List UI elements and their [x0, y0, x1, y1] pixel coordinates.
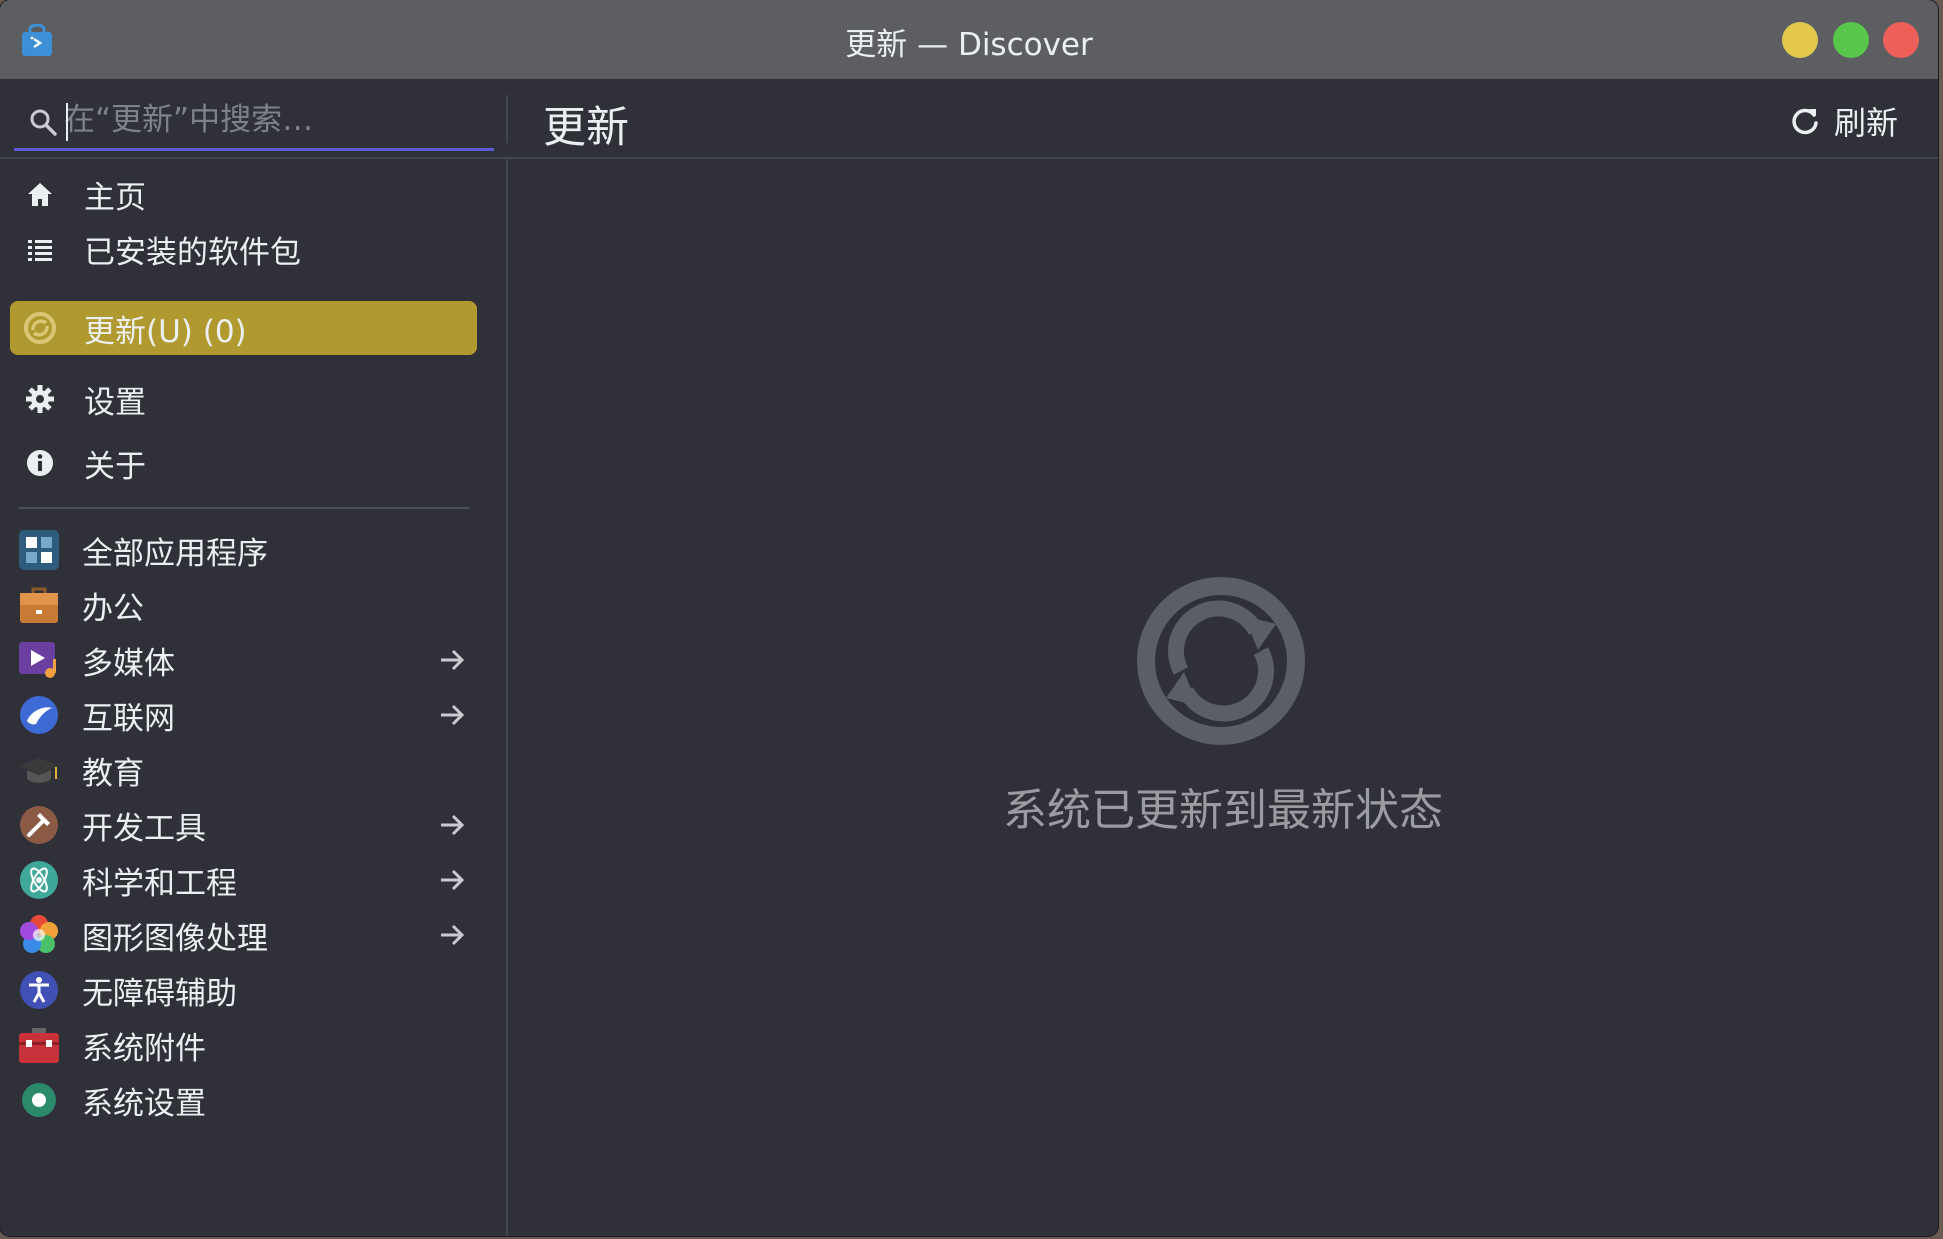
arrow-right-icon [441, 814, 465, 836]
discover-window: 更新 — Discover 更新 刷新 [0, 0, 1938, 1236]
close-button[interactable] [1883, 22, 1919, 58]
header-separator [506, 95, 508, 143]
sidebar-item-label: 已安装的软件包 [84, 234, 301, 271]
sidebar-item-label: 开发工具 [82, 810, 206, 847]
sidebar-item-about[interactable]: 关于 [10, 436, 477, 490]
sidebar-item-all-apps[interactable]: 全部应用程序 [10, 523, 477, 577]
sidebar-item-education[interactable]: 教育 [10, 743, 477, 797]
utilities-icon [18, 1024, 60, 1066]
system-settings-icon [18, 1079, 60, 1121]
refresh-label: 刷新 [1833, 104, 1898, 142]
sidebar-item-label: 多媒体 [82, 645, 175, 682]
title-bar: 更新 — Discover [0, 0, 1938, 79]
search-input[interactable] [64, 99, 484, 141]
education-icon [18, 749, 60, 791]
sidebar-item-installed[interactable]: 已安装的软件包 [10, 222, 477, 276]
sidebar-divider [18, 507, 470, 509]
sidebar-item-label: 关于 [84, 448, 146, 485]
sidebar-item-label: 主页 [84, 179, 146, 216]
update-status-icon [1137, 577, 1305, 745]
home-icon [22, 176, 58, 212]
window-title: 更新 — Discover [845, 27, 1093, 63]
search-focus-underline [14, 148, 494, 151]
refresh-button[interactable]: 刷新 [1790, 99, 1898, 143]
arrow-right-icon [441, 869, 465, 891]
sidebar: 主页 已安装的软件包 更新(U) (0) 设置 关于 全部应用程序 办公 多媒体… [0, 159, 508, 1236]
update-icon [22, 310, 58, 346]
office-icon [18, 584, 60, 626]
list-icon [22, 231, 58, 267]
arrow-right-icon [441, 704, 465, 726]
maximize-button[interactable] [1833, 22, 1869, 58]
sidebar-item-label: 更新(U) (0) [84, 313, 247, 350]
arrow-right-icon [441, 649, 465, 671]
sidebar-item-multimedia[interactable]: 多媒体 [10, 633, 477, 687]
text-caret [66, 103, 68, 141]
sidebar-item-label: 系统附件 [82, 1030, 206, 1067]
sidebar-item-label: 系统设置 [82, 1085, 206, 1122]
info-icon [22, 445, 58, 481]
sidebar-item-label: 设置 [84, 384, 146, 421]
development-icon [18, 804, 60, 846]
sidebar-item-home[interactable]: 主页 [10, 167, 477, 221]
search-icon [30, 109, 57, 136]
sidebar-item-label: 办公 [82, 590, 144, 627]
accessibility-icon [18, 969, 60, 1011]
sidebar-item-settings[interactable]: 设置 [10, 372, 477, 426]
page-title: 更新 [543, 103, 629, 153]
refresh-icon [1792, 108, 1818, 135]
sidebar-item-label: 全部应用程序 [82, 535, 268, 572]
internet-icon [18, 694, 60, 736]
all-apps-icon [18, 529, 60, 571]
sidebar-item-label: 无障碍辅助 [82, 975, 237, 1012]
sidebar-item-development[interactable]: 开发工具 [10, 798, 477, 852]
status-message: 系统已更新到最新状态 [1003, 785, 1443, 836]
sidebar-item-label: 科学和工程 [82, 865, 237, 902]
sidebar-item-science[interactable]: 科学和工程 [10, 853, 477, 907]
graphics-icon [18, 914, 60, 956]
sidebar-item-label: 教育 [82, 755, 144, 792]
sidebar-item-office[interactable]: 办公 [10, 578, 477, 632]
sidebar-item-updates[interactable]: 更新(U) (0) [10, 301, 477, 355]
science-icon [18, 859, 60, 901]
sidebar-item-utilities[interactable]: 系统附件 [10, 1018, 477, 1072]
main-content: 系统已更新到最新状态 [508, 159, 1938, 1236]
arrow-right-icon [441, 924, 465, 946]
sidebar-item-accessibility[interactable]: 无障碍辅助 [10, 963, 477, 1017]
sidebar-item-graphics[interactable]: 图形图像处理 [10, 908, 477, 962]
sidebar-item-label: 图形图像处理 [82, 920, 268, 957]
sidebar-item-system-settings[interactable]: 系统设置 [10, 1073, 477, 1127]
multimedia-icon [18, 639, 60, 681]
sidebar-item-label: 互联网 [82, 700, 175, 737]
search-box[interactable] [14, 97, 494, 151]
minimize-button[interactable] [1782, 22, 1818, 58]
header-bar: 更新 刷新 [0, 79, 1938, 159]
sidebar-item-internet[interactable]: 互联网 [10, 688, 477, 742]
gear-icon [22, 381, 58, 417]
